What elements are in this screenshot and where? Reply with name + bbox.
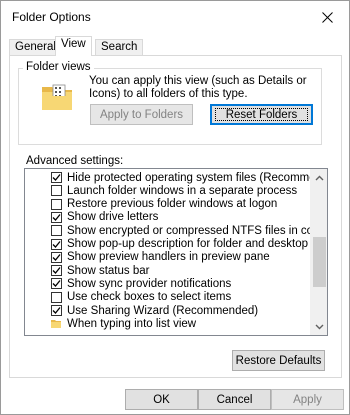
checkbox[interactable] (51, 238, 62, 250)
scroll-down-button[interactable] (311, 318, 327, 335)
list-item-label: Show encrypted or compressed NTFS files … (67, 224, 326, 237)
reset-folders-button[interactable]: Reset Folders (210, 104, 313, 125)
check-icon (52, 213, 61, 221)
check-icon (52, 280, 61, 288)
list-item[interactable]: Show drive letters (25, 211, 158, 224)
checkbox[interactable] (51, 305, 62, 316)
list-item[interactable]: Hide protected operating system files (R… (25, 171, 328, 184)
scroll-up-icon (315, 175, 324, 180)
scrollbar-thumb[interactable] (313, 237, 326, 287)
list-item-label: Show sync provider notifications (67, 277, 232, 290)
close-button[interactable] (305, 1, 349, 33)
checkbox[interactable] (51, 291, 62, 303)
list-item[interactable]: Show encrypted or compressed NTFS files … (25, 224, 326, 237)
list-item[interactable]: Show preview handlers in preview pane (25, 251, 270, 264)
folder-icon (51, 319, 61, 328)
scroll-up-button[interactable] (311, 169, 327, 186)
advanced-settings-label: Advanced settings: (26, 155, 124, 167)
folder-options-dialog: Folder Options General View Search Folde… (0, 0, 350, 415)
folder-views-description: You can apply this view (such as Details… (89, 75, 307, 100)
list-item[interactable]: Show sync provider notifications (25, 277, 231, 290)
list-item-label: Restore previous folder windows at logon (67, 198, 278, 211)
scroll-down-icon (315, 324, 324, 329)
checkbox[interactable] (51, 211, 62, 223)
list-item-label: Show status bar (67, 264, 150, 277)
check-icon (52, 253, 61, 261)
advanced-settings-list[interactable]: Hide protected operating system files (R… (24, 168, 328, 336)
list-item-label: Use check boxes to select items (67, 291, 232, 304)
ok-button[interactable]: OK (125, 389, 198, 410)
check-icon (52, 240, 61, 248)
list-item[interactable]: Use check boxes to select items (25, 291, 231, 304)
apply-button[interactable]: Apply (271, 389, 344, 410)
checkbox[interactable] (51, 265, 62, 277)
tab-general[interactable]: General (9, 39, 62, 55)
apply-to-folders-button[interactable]: Apply to Folders (90, 104, 193, 125)
list-item[interactable]: Launch folder windows in a separate proc… (25, 184, 297, 197)
list-item[interactable]: Show status bar (25, 264, 149, 277)
checkbox[interactable] (51, 172, 62, 183)
checkbox[interactable] (51, 225, 62, 237)
list-item-label: When typing into list view (67, 317, 197, 330)
list-item-label: Show drive letters (67, 211, 159, 224)
list-item-label: Hide protected operating system files (R… (67, 171, 328, 184)
list-item[interactable]: Restore previous folder windows at logon (25, 198, 277, 211)
list-item[interactable]: Use Sharing Wizard (Recommended) (25, 304, 258, 317)
folder-views-legend: Folder views (23, 61, 94, 73)
list-item-label: Launch folder windows in a separate proc… (67, 184, 298, 197)
tab-strip: General View Search (9, 36, 341, 56)
vertical-scrollbar[interactable] (310, 169, 327, 335)
tab-search[interactable]: Search (95, 39, 144, 55)
checkbox[interactable] (51, 278, 62, 290)
checkbox[interactable] (51, 198, 62, 210)
list-item-label: Use Sharing Wizard (Recommended) (67, 304, 259, 317)
list-item[interactable]: Show pop-up description for folder and d… (25, 238, 328, 251)
reset-folders-label: Reset Folders (225, 108, 298, 121)
check-icon (52, 174, 61, 181)
cancel-button[interactable]: Cancel (198, 389, 271, 410)
check-icon (52, 267, 61, 275)
restore-defaults-button[interactable]: Restore Defaults (232, 350, 325, 371)
check-icon (52, 307, 61, 314)
list-item-label: Show preview handlers in preview pane (67, 251, 270, 264)
title-bar: Folder Options (1, 1, 349, 33)
list-item-label: Show pop-up description for folder and d… (67, 238, 328, 250)
list-folder-item[interactable]: When typing into list view (25, 317, 196, 330)
checkbox[interactable] (51, 185, 62, 197)
checkbox[interactable] (51, 251, 62, 263)
window-title: Folder Options (12, 10, 91, 24)
tab-view[interactable]: View (55, 36, 92, 56)
close-icon (321, 11, 333, 23)
folder-icon (42, 84, 72, 110)
